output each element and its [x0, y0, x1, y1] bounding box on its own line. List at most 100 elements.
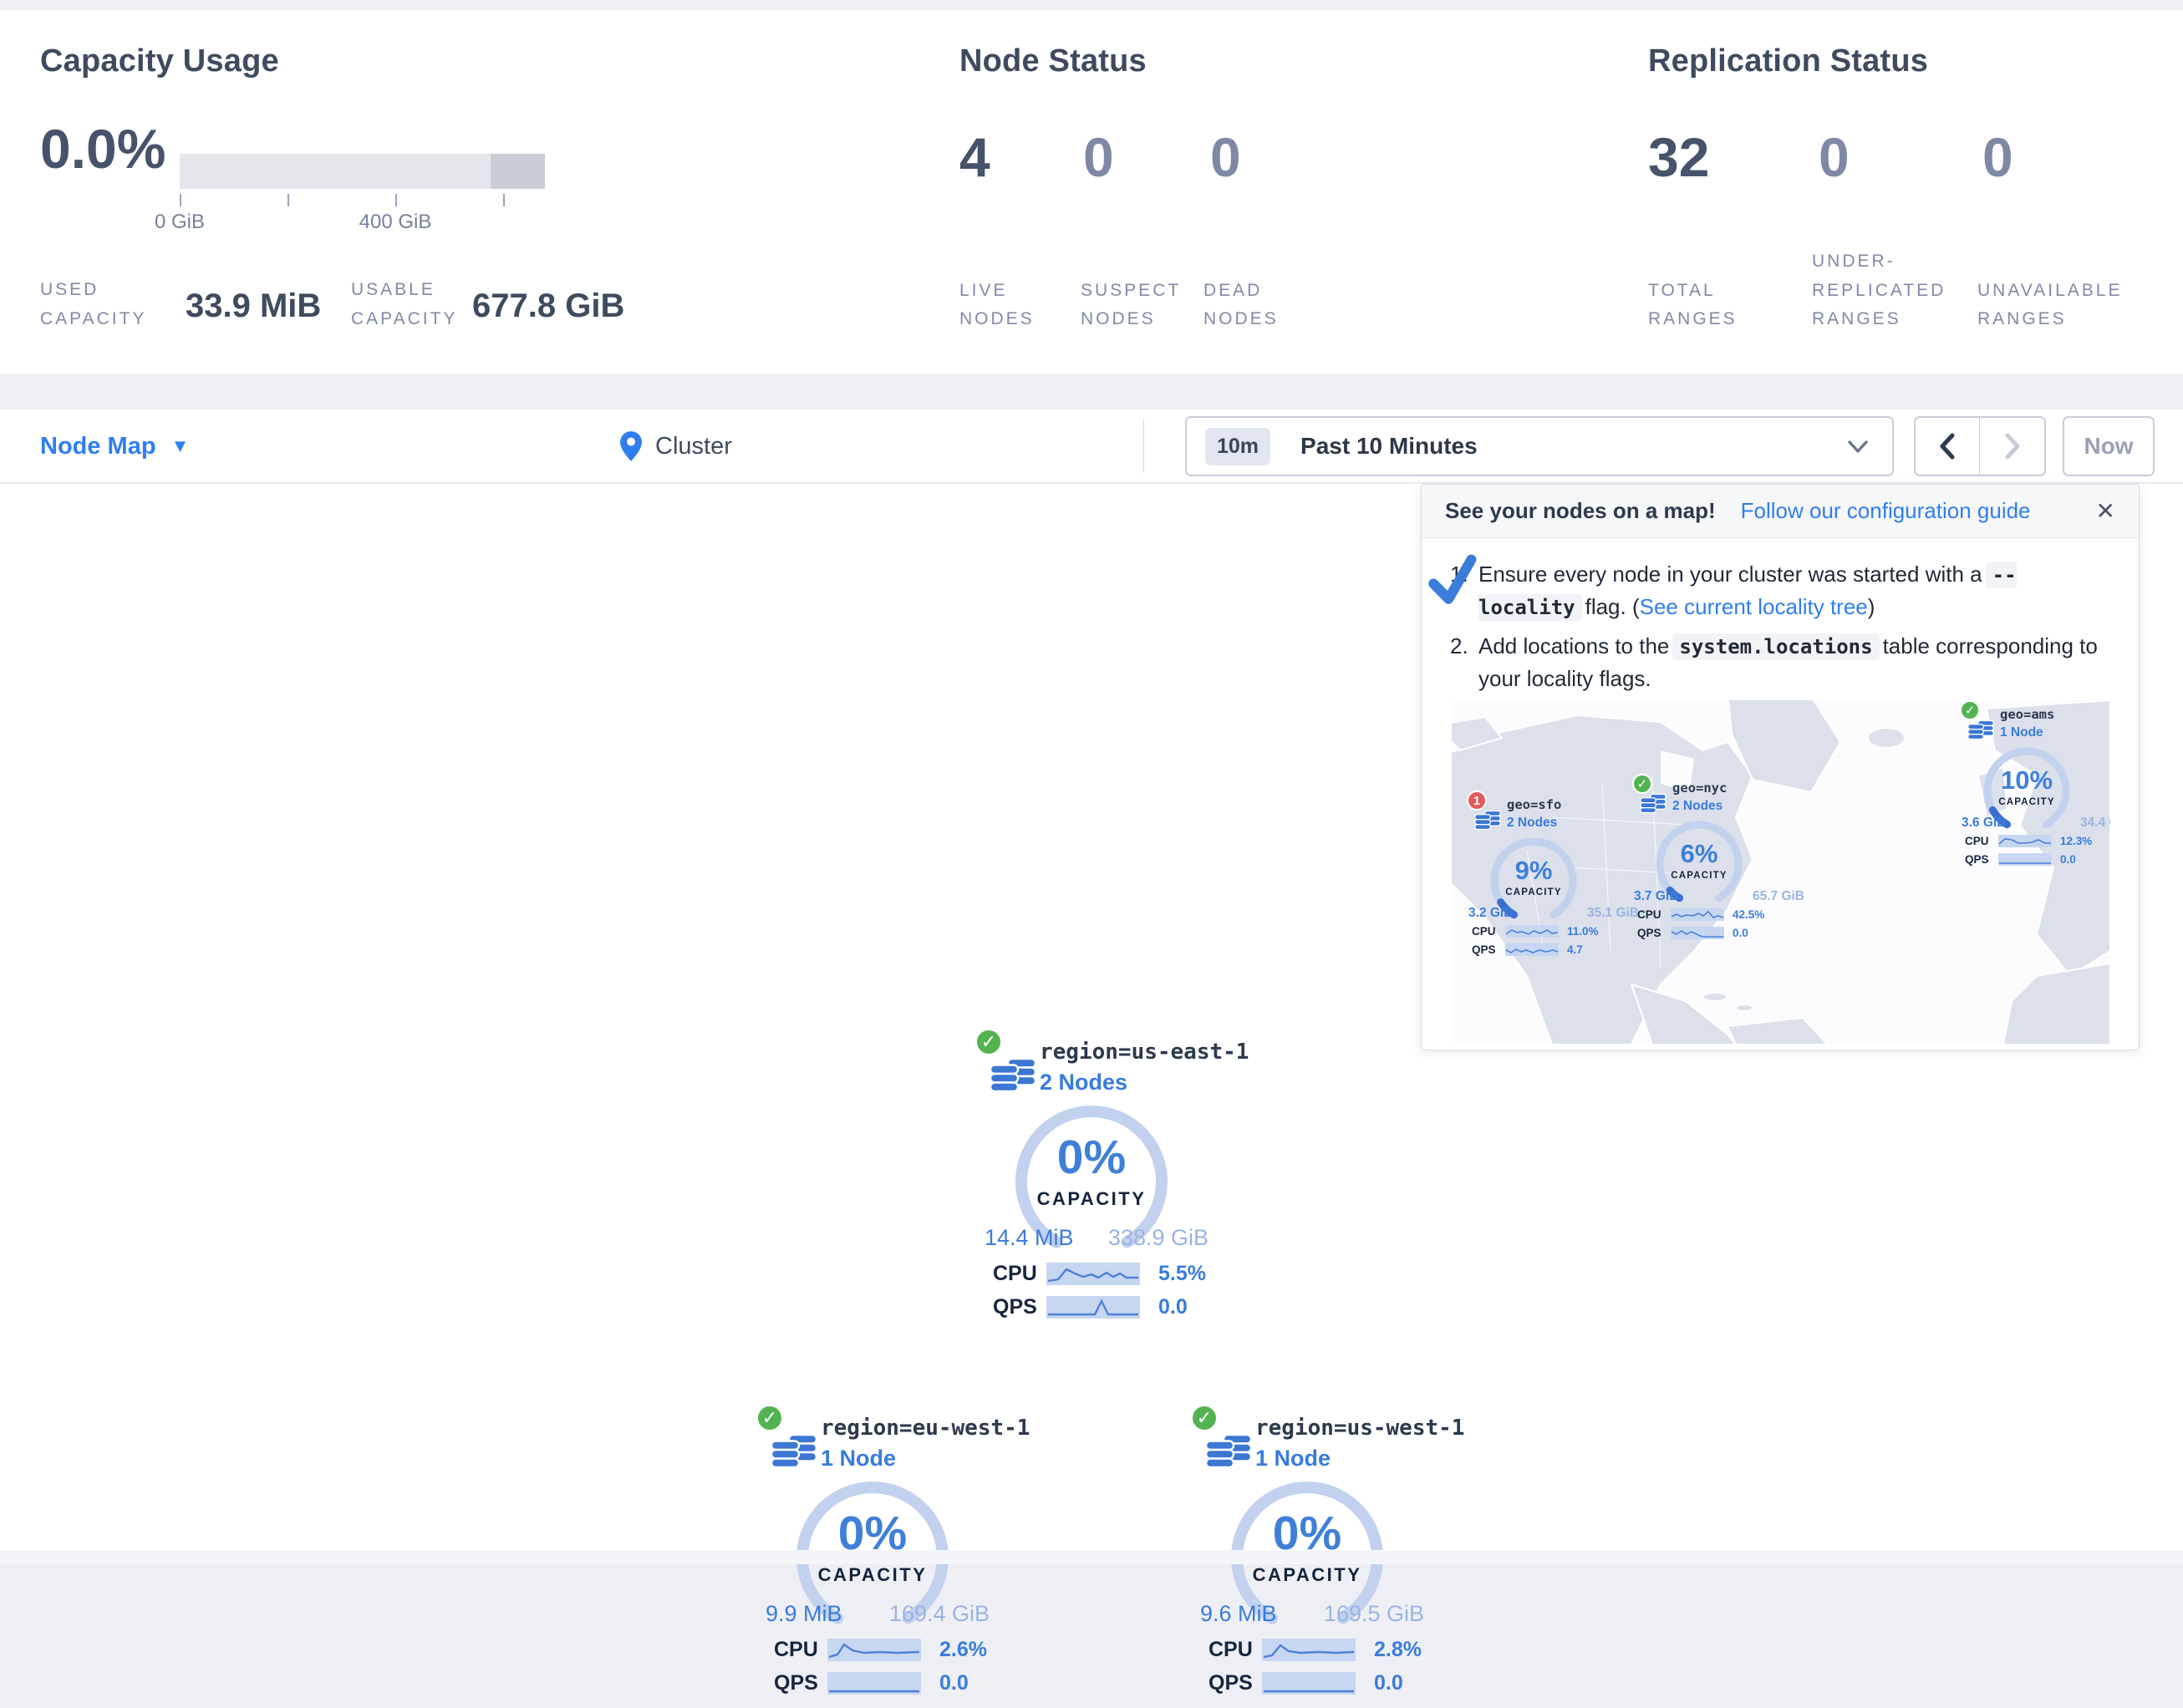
capacity-percent: 0% — [1010, 1130, 1173, 1185]
region-card-us-east-1[interactable]: ✓ region=us-east-1 2 Nodes 0% CAPACITY 1… — [969, 1023, 1220, 1332]
capacity-usage-title: Capacity Usage — [40, 43, 279, 79]
now-button[interactable]: Now — [2063, 416, 2155, 476]
live-nodes-count: 4 — [959, 125, 990, 189]
axis-tick-label: 400 GiB — [345, 211, 445, 234]
database-nodes-icon — [1203, 1422, 1254, 1472]
dead-nodes-count: 0 — [1210, 125, 1241, 189]
step-number: 2. — [1450, 630, 1478, 695]
node-map-canvas: ✓ region=us-east-1 2 Nodes 0% CAPACITY 1… — [0, 484, 2183, 1550]
view-toolbar: Node Map ▼ Cluster 10m Past 10 Minutes N… — [0, 409, 2183, 483]
map-config-popup: See your nodes on a map! Follow our conf… — [1421, 484, 2140, 1050]
cpu-label: CPU — [774, 1638, 827, 1662]
time-forward-button[interactable] — [1980, 418, 2044, 475]
cpu-value: 42.5% — [1733, 908, 1764, 921]
breadcrumb-label: Cluster — [655, 433, 732, 460]
chevron-right-icon — [2003, 433, 2022, 460]
geo-name: geo=ams — [2000, 707, 2054, 722]
qps-value: 0.0 — [1374, 1671, 1403, 1695]
used-capacity: 9.9 MiB — [766, 1601, 842, 1627]
cpu-sparkline — [1046, 1263, 1140, 1285]
cpu-label: CPU — [1472, 925, 1505, 938]
map-pin-icon — [620, 431, 642, 461]
capacity-label: CAPACITY — [1980, 797, 2074, 807]
node-status-title: Node Status — [959, 43, 1147, 79]
total-capacity: 65.7 GiB — [1753, 889, 1804, 904]
toolbar-divider — [1143, 419, 1144, 473]
replication-status-title: Replication Status — [1648, 43, 1928, 79]
capacity-bar-reserved-segment — [491, 154, 545, 189]
close-icon[interactable]: ✕ — [2096, 497, 2115, 525]
cluster-summary-panel: Capacity Usage 0.0% 0 GiB 400 GiB USED C… — [0, 10, 2183, 374]
region-name: region=us-west-1 — [1255, 1416, 1464, 1441]
cpu-label: CPU — [993, 1262, 1046, 1286]
cpu-value: 12.3% — [2060, 835, 2092, 847]
geo-name: geo=nyc — [1672, 780, 1727, 796]
total-capacity: 34.4 GiB — [2080, 816, 2110, 831]
cpu-value: 11.0% — [1567, 925, 1599, 938]
unavailable-count: 0 — [1982, 125, 2013, 189]
capacity-label: CAPACITY — [1652, 871, 1746, 881]
usable-capacity-label: USABLE CAPACITY — [351, 276, 476, 333]
time-range-dropdown[interactable]: 10m Past 10 Minutes — [1185, 416, 1894, 476]
qps-sparkline — [1671, 927, 1724, 939]
capacity-percent: 9% — [1487, 856, 1580, 886]
cpu-sparkline — [1505, 925, 1559, 938]
total-ranges-count: 32 — [1648, 125, 1709, 189]
view-mode-dropdown[interactable]: Node Map ▼ — [40, 409, 189, 483]
used-capacity: 3.7 GiB — [1634, 889, 1678, 904]
geo-node-count: 2 Nodes — [1507, 816, 1557, 831]
time-back-button[interactable] — [1916, 418, 1980, 475]
geo-card-nyc: ✓ geo=nyc 2 Nodes 6% CAPACITY 3.7 GiB — [1629, 770, 1809, 948]
qps-label: QPS — [1965, 853, 1998, 866]
axis-tick — [503, 194, 505, 206]
used-capacity: 3.2 GiB — [1468, 906, 1513, 921]
qps-sparkline — [1998, 853, 2052, 866]
footer-strip — [0, 1550, 2183, 1564]
database-nodes-icon — [1967, 714, 1995, 742]
total-ranges-label: TOTAL RANGES — [1648, 277, 1773, 334]
database-nodes-icon — [1639, 787, 1667, 816]
popup-instructions: 1. Ensure every node in your cluster was… — [1422, 538, 2139, 695]
qps-sparkline — [1262, 1672, 1356, 1695]
capacity-percent: 6% — [1652, 839, 1746, 869]
chevron-down-icon: ▼ — [171, 435, 190, 457]
qps-sparkline — [827, 1672, 921, 1695]
axis-tick — [395, 194, 397, 206]
suspect-nodes-count: 0 — [1083, 125, 1114, 189]
used-capacity-label: USED CAPACITY — [40, 276, 157, 333]
locality-tree-link[interactable]: See current locality tree — [1640, 594, 1868, 619]
step-text: Add locations to thesystem.locationstabl… — [1478, 630, 2114, 695]
instruction-step-1: 1. Ensure every node in your cluster was… — [1450, 558, 2114, 623]
qps-sparkline — [1046, 1296, 1140, 1319]
step-text-fragment: Ensure every node in your cluster was st… — [1478, 562, 1982, 587]
instruction-step-2: 2. Add locations to thesystem.locationst… — [1450, 630, 2114, 695]
qps-value: 0.0 — [1733, 927, 1748, 939]
qps-value: 4.7 — [1567, 943, 1583, 956]
breadcrumb[interactable]: Cluster — [620, 409, 732, 483]
under-replicated-count: 0 — [1819, 125, 1850, 189]
region-node-count: 2 Nodes — [1040, 1070, 1127, 1095]
capacity-bar — [180, 154, 545, 189]
popup-header: See your nodes on a map! Follow our conf… — [1422, 485, 2139, 538]
unavailable-label: UNAVAILABLE RANGES — [1977, 277, 2157, 334]
cpu-label: CPU — [1965, 835, 1998, 847]
dead-nodes-label: DEAD NODES — [1203, 277, 1300, 334]
used-capacity: 3.6 GiB — [1962, 816, 2006, 831]
configuration-guide-link[interactable]: Follow our configuration guide — [1741, 498, 2031, 524]
under-replicated-label: UNDER-REPLICATED RANGES — [1812, 247, 1962, 334]
chevron-down-icon — [1847, 440, 1869, 455]
live-nodes-label: LIVE NODES — [959, 277, 1056, 334]
cpu-label: CPU — [1637, 908, 1671, 921]
capacity-label: CAPACITY — [791, 1564, 954, 1586]
qps-label: QPS — [1209, 1671, 1262, 1695]
qps-label: QPS — [993, 1295, 1046, 1319]
geo-card-sfo: 1 geo=sfo 2 Nodes 9% CAPACITY 3.2 GiB — [1463, 787, 1644, 964]
cpu-value: 2.6% — [939, 1638, 987, 1662]
cpu-sparkline — [1262, 1639, 1356, 1661]
capacity-label: CAPACITY — [1225, 1564, 1389, 1586]
qps-value: 0.0 — [2060, 853, 2076, 866]
axis-tick-label: 0 GiB — [138, 211, 221, 234]
step-text-fragment: flag. ( — [1585, 594, 1640, 619]
region-name: region=us-east-1 — [1040, 1040, 1249, 1065]
now-button-label: Now — [2084, 433, 2133, 460]
